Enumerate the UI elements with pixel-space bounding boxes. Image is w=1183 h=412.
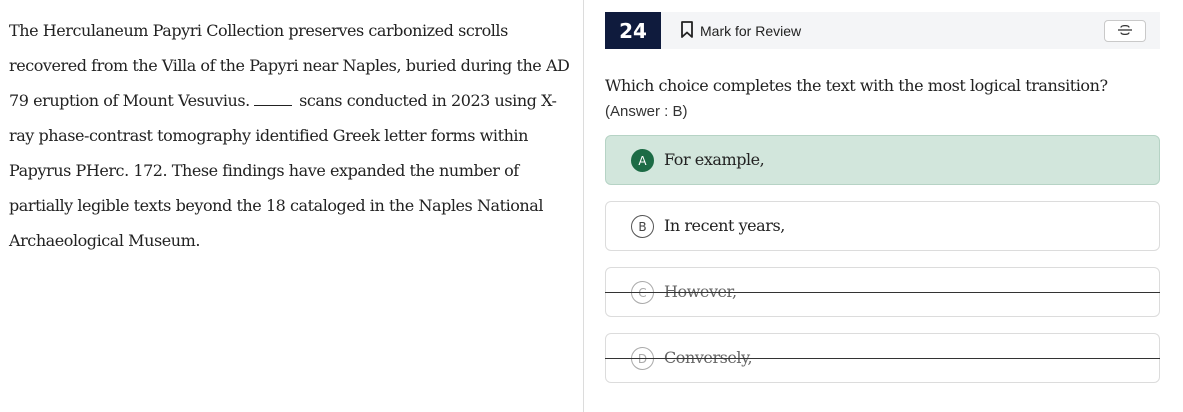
choice-a[interactable]: A For example, [605, 135, 1160, 185]
choice-text-b: In recent years, [664, 216, 785, 235]
passage-text: The Herculaneum Papyri Collection preser… [9, 13, 575, 258]
choice-b[interactable]: B In recent years, [605, 201, 1160, 251]
strikethrough-line [605, 292, 1160, 293]
choice-letter-a: A [631, 149, 654, 172]
choice-letter-b: B [631, 215, 654, 238]
question-pane: 24 Mark for Review Which choice complete… [585, 0, 1183, 412]
answer-note: (Answer : B) [605, 103, 688, 120]
strikethrough-line [605, 358, 1160, 359]
question-header: 24 Mark for Review [605, 12, 1160, 49]
passage-blank [254, 94, 293, 106]
choice-c[interactable]: C However, [605, 267, 1160, 317]
question-number: 24 [605, 12, 661, 49]
bookmark-icon [681, 20, 693, 41]
passage-pane: The Herculaneum Papyri Collection preser… [0, 0, 584, 412]
strikethrough-icon [1117, 22, 1133, 41]
strikethrough-tool-button[interactable] [1104, 20, 1146, 42]
choice-d[interactable]: D Conversely, [605, 333, 1160, 383]
question-prompt: Which choice completes the text with the… [605, 76, 1108, 95]
mark-for-review-button[interactable]: Mark for Review [681, 12, 801, 49]
choice-text-a: For example, [664, 150, 765, 169]
passage-after-blank: scans conducted in 2023 using X-ray phas… [9, 91, 557, 250]
mark-for-review-label: Mark for Review [700, 22, 802, 39]
